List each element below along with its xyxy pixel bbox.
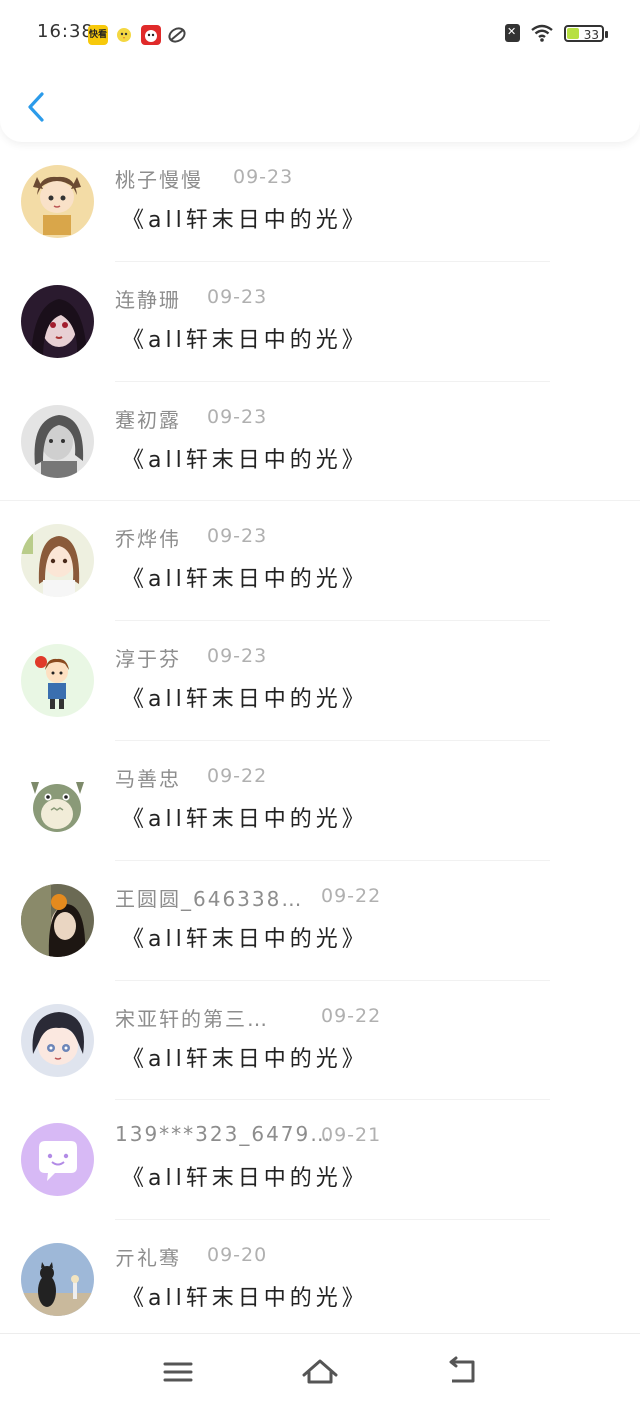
sender-name: 淳于芬 <box>115 647 181 672</box>
no-sim-icon <box>505 24 520 42</box>
message-text: 《all轩末日中的光》 <box>122 806 368 832</box>
top-header: 16:38 快看 33 <box>0 0 640 142</box>
red-app-icon <box>141 25 161 45</box>
message-row[interactable]: 亓礼骞 09-20 《all轩末日中的光》 <box>0 1220 640 1340</box>
avatar[interactable] <box>21 763 94 837</box>
avatar[interactable] <box>21 524 94 598</box>
message-row[interactable]: 139***323_6479… 09-21 《all轩末日中的光》 <box>0 1100 640 1221</box>
message-date: 09-22 <box>321 884 382 907</box>
message-row[interactable]: 马善忠 09-22 《all轩末日中的光》 <box>0 741 640 861</box>
message-date: 09-20 <box>207 1244 268 1267</box>
message-list: 桃子慢慢 09-23 《all轩末日中的光》 连静珊 09-23 《all轩末日中的光》蹇… <box>0 142 640 1340</box>
home-button[interactable] <box>300 1356 340 1388</box>
sender-name: 乔烨伟 <box>115 527 181 552</box>
status-bar: 16:38 快看 33 <box>0 0 640 66</box>
avatar[interactable] <box>21 284 94 358</box>
navigation-bar <box>0 1333 640 1410</box>
message-date: 09-22 <box>207 764 268 787</box>
back-icon <box>449 1356 475 1383</box>
message-text: 《all轩末日中的光》 <box>122 567 368 593</box>
sender-name: 王圆圆_646338… <box>115 886 304 911</box>
battery-icon: 33 <box>564 24 608 42</box>
message-date: 09-23 <box>207 525 268 548</box>
message-date: 09-23 <box>233 166 294 188</box>
avatar[interactable] <box>21 404 94 478</box>
message-row[interactable]: 宋亚轩的第三… 09-22 《all轩末日中的光》 <box>0 981 640 1101</box>
message-row[interactable]: 淳于芬 09-23 《all轩末日中的光》 <box>0 621 640 741</box>
message-text: 《all轩末日中的光》 <box>122 1286 368 1312</box>
back-button[interactable] <box>18 86 54 126</box>
sender-name: 亓礼骞 <box>115 1246 181 1271</box>
avatar[interactable] <box>21 1243 94 1317</box>
avatar[interactable] <box>21 165 94 238</box>
avatar[interactable] <box>21 644 94 718</box>
message-text: 《all轩末日中的光》 <box>122 447 368 473</box>
avatar[interactable] <box>21 1123 94 1197</box>
wifi-icon <box>531 24 553 42</box>
message-text: 《all轩末日中的光》 <box>122 926 368 952</box>
message-text: 《all轩末日中的光》 <box>122 1166 368 1192</box>
home-icon <box>302 1359 338 1384</box>
message-text: 《all轩末日中的光》 <box>122 327 368 353</box>
avatar[interactable] <box>21 1003 94 1077</box>
sender-name: 马善忠 <box>115 766 181 791</box>
menu-icon <box>163 1362 193 1382</box>
message-row[interactable]: 乔烨伟 09-23 《all轩末日中的光》 <box>0 501 640 622</box>
sender-name: 蹇初露 <box>115 407 181 432</box>
kuaikan-app-icon: 快看 <box>88 25 108 45</box>
message-date: 09-22 <box>321 1004 382 1027</box>
message-row[interactable]: 王圆圆_646338… 09-22 《all轩末日中的光》 <box>0 861 640 981</box>
message-date: 09-23 <box>207 405 268 428</box>
nav-back-button[interactable] <box>442 1356 482 1388</box>
status-time: 16:38 <box>37 21 94 42</box>
chick-app-icon <box>114 25 134 45</box>
message-date: 09-23 <box>207 645 268 668</box>
message-text: 《all轩末日中的光》 <box>122 1046 368 1072</box>
message-text: 《all轩末日中的光》 <box>122 687 368 713</box>
system-status-icons: 33 <box>505 24 608 42</box>
message-row[interactable]: 连静珊 09-23 《all轩末日中的光》 <box>0 262 640 382</box>
sender-name: 宋亚轩的第三… <box>115 1006 269 1031</box>
leaf-app-icon <box>167 25 187 45</box>
message-date: 09-21 <box>321 1124 382 1147</box>
message-text: 《all轩末日中的光》 <box>122 208 368 233</box>
sender-name: 连静珊 <box>115 287 181 312</box>
sender-name: 桃子慢慢 <box>115 168 203 192</box>
message-row[interactable]: 桃子慢慢 09-23 《all轩末日中的光》 <box>0 142 640 262</box>
chevron-left-icon <box>28 92 44 122</box>
menu-button[interactable] <box>158 1356 198 1388</box>
sender-name: 139***323_6479… <box>115 1122 333 1147</box>
message-row[interactable]: 蹇初露 09-23 《all轩末日中的光》 <box>0 382 640 502</box>
battery-level: 33 <box>583 27 599 42</box>
message-date: 09-23 <box>207 285 268 308</box>
avatar[interactable] <box>21 883 94 957</box>
